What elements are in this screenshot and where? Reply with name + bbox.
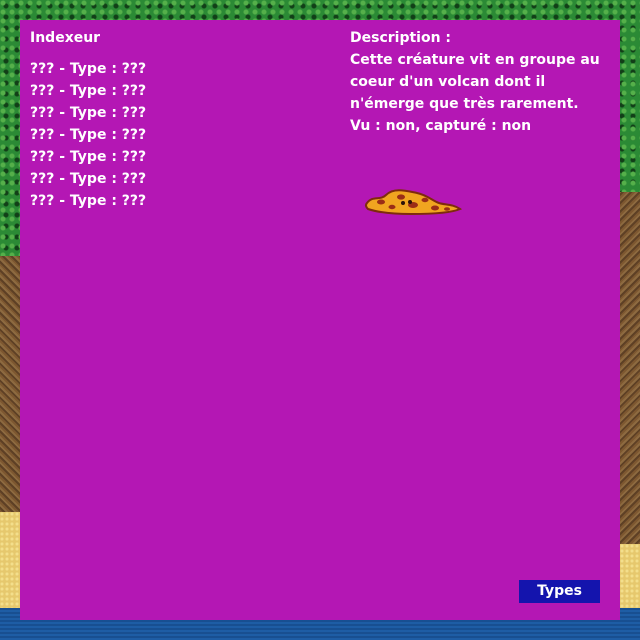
description-line: n'émerge que très rarement. (350, 96, 579, 112)
dirt-terrain-right (620, 192, 640, 544)
seen-captured-status: Vu : non, capturé : non (350, 118, 532, 134)
sand-terrain-right (620, 544, 640, 608)
index-title: Indexeur (30, 30, 101, 46)
description-text: Cette créature vit en groupe au coeur d'… (350, 49, 610, 137)
creature-spot (397, 194, 405, 200)
creature-spot (377, 199, 385, 205)
sand-terrain-left (0, 512, 20, 608)
index-entry[interactable]: ??? - Type : ??? (30, 148, 146, 170)
index-entry[interactable]: ??? - Type : ??? (30, 126, 146, 148)
index-entry[interactable]: ??? - Type : ??? (30, 170, 146, 192)
description-line: Cette créature vit en groupe au (350, 52, 600, 68)
creature-eye (401, 201, 405, 205)
creature-spot (421, 197, 429, 203)
creature-eye (408, 200, 412, 204)
dirt-terrain-left (0, 256, 20, 512)
bestiary-panel: Indexeur ??? - Type : ??? ??? - Type : ?… (20, 20, 620, 620)
lava-slug-icon (363, 185, 463, 219)
types-button[interactable]: Types (519, 580, 600, 603)
index-entry[interactable]: ??? - Type : ??? (30, 60, 146, 82)
index-list: ??? - Type : ??? ??? - Type : ??? ??? - … (30, 60, 146, 214)
creature-spot (388, 204, 396, 210)
index-entry[interactable]: ??? - Type : ??? (30, 82, 146, 104)
creature-spot (431, 205, 439, 211)
index-entry[interactable]: ??? - Type : ??? (30, 192, 146, 214)
index-entry[interactable]: ??? - Type : ??? (30, 104, 146, 126)
description-line: coeur d'un volcan dont il (350, 74, 546, 90)
description-title: Description : (350, 30, 452, 46)
creature-spot (444, 207, 450, 211)
